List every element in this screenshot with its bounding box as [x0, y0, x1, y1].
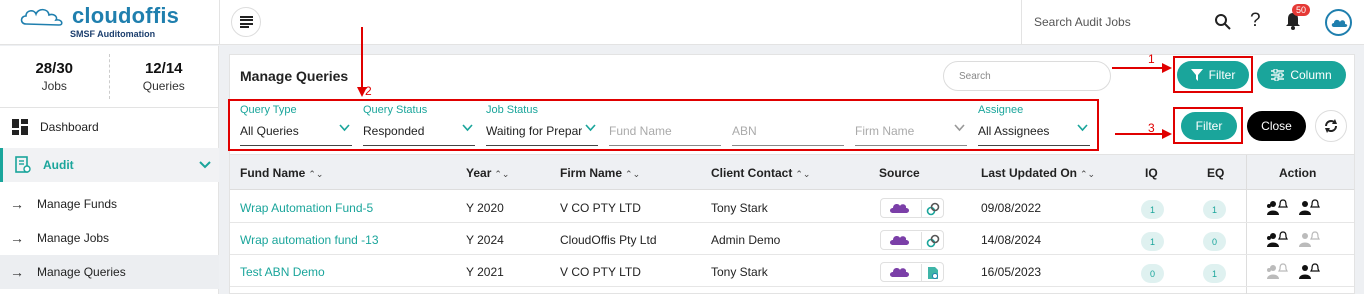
annotation-arrow-3	[1115, 129, 1172, 139]
annotation-arrows	[357, 27, 1172, 139]
annotation-arrow-1	[1112, 63, 1172, 73]
annotation-arrow-2	[357, 27, 367, 97]
